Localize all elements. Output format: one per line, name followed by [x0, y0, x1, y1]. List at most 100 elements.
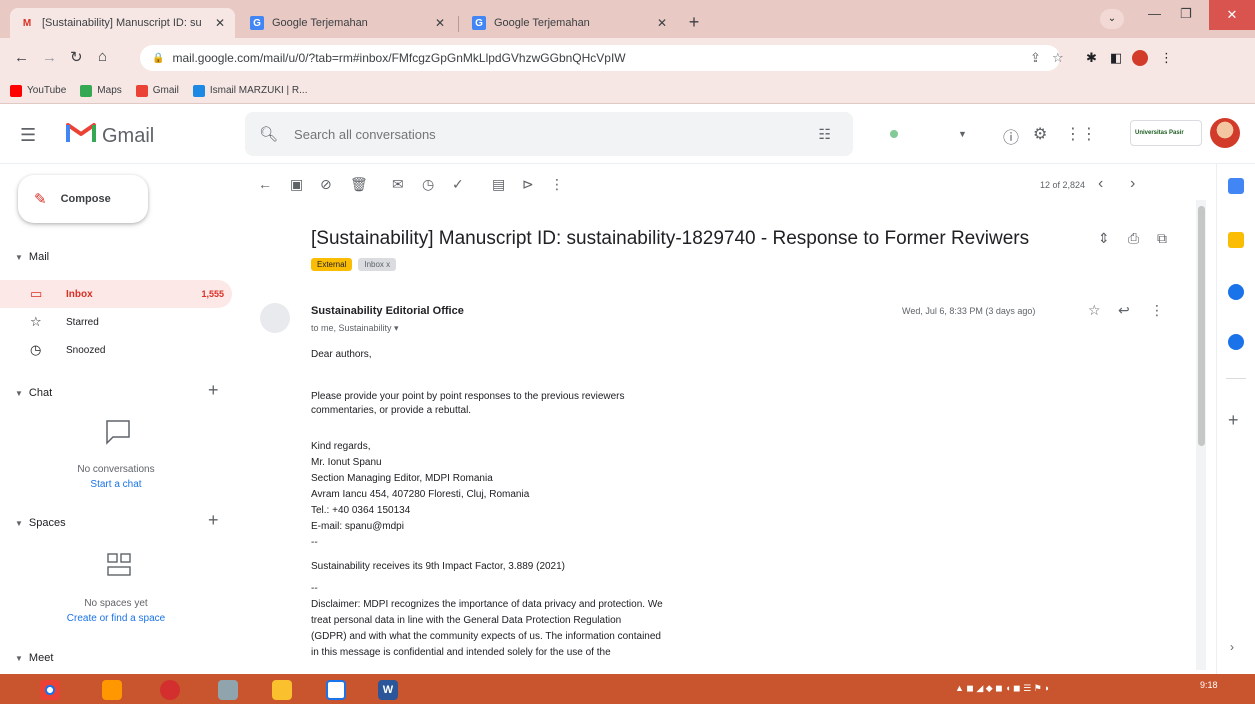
section-chat[interactable]: ▼ Chat [15, 387, 52, 399]
calendar-icon[interactable] [1228, 178, 1244, 194]
browser-tab-active[interactable]: M [Sustainability] Manuscript ID: su ✕ [10, 8, 235, 38]
status-selector[interactable]: ▼ [870, 119, 980, 149]
app-taskbar-icon[interactable] [218, 680, 238, 700]
extensions-icon[interactable]: ✱ [1086, 50, 1097, 66]
sender-name[interactable]: Sustainability Editorial Office [311, 305, 464, 317]
delete-icon[interactable]: 🗑︎ [350, 176, 368, 193]
nav-snoozed[interactable]: ◷ Snoozed [0, 336, 232, 364]
apps-grid-icon[interactable]: ⋮⋮ [1065, 124, 1097, 144]
organization-logo: Universitas Pasir [1130, 120, 1202, 146]
label-inbox[interactable]: Inbox x [358, 258, 397, 271]
star-icon[interactable]: ☆ [1088, 302, 1101, 319]
lock-icon: 🔒 [152, 52, 165, 64]
keep-icon[interactable] [1228, 232, 1244, 248]
clock-icon: ◷ [30, 342, 42, 357]
help-icon[interactable]: ⓘ [1003, 124, 1019, 148]
search-input[interactable] [294, 126, 775, 142]
nav-inbox[interactable]: ▭ Inbox 1,555 [0, 280, 232, 308]
bookmark-maps[interactable]: Maps [80, 84, 122, 97]
reply-icon[interactable]: ↩ [1118, 302, 1130, 319]
main-menu-icon[interactable]: ☰ [20, 125, 36, 146]
minimize-icon[interactable]: — [1148, 6, 1161, 21]
nav-starred[interactable]: ☆ Starred [0, 308, 232, 336]
translate-favicon-icon: G [472, 16, 486, 30]
section-spaces[interactable]: ▼ Spaces [15, 517, 66, 529]
back-to-inbox-icon[interactable]: ← [258, 176, 272, 192]
address-bar[interactable]: 🔒 mail.google.com/mail/u/0/?tab=rm#inbox… [140, 45, 1060, 71]
body-line: E-mail: spanu@mdpi [311, 521, 404, 532]
sidebar-icon[interactable]: ◧ [1110, 50, 1122, 66]
create-space-link[interactable]: Create or find a space [0, 613, 232, 624]
archive-icon[interactable]: ▣ [290, 176, 303, 193]
add-task-icon[interactable]: ✓ [452, 176, 464, 193]
bookmark-star-icon[interactable]: ☆ [1052, 50, 1064, 66]
tab-title: [Sustainability] Manuscript ID: su [42, 17, 202, 29]
new-chat-plus-icon[interactable]: + [208, 380, 219, 401]
body-line: commentaries, or provide a rebuttal. [311, 405, 472, 416]
label-icon[interactable]: ⊳ [522, 176, 534, 193]
scrollbar-thumb[interactable] [1198, 206, 1205, 446]
file-explorer-taskbar-icon[interactable] [272, 680, 292, 700]
more-options-icon[interactable]: ⋮ [550, 176, 564, 193]
new-tab-button[interactable]: + [683, 12, 705, 34]
gmail-logo-icon[interactable] [66, 120, 96, 149]
chrome-active-taskbar-icon[interactable] [326, 680, 346, 700]
window-close-button[interactable]: ✕ [1209, 0, 1255, 30]
search-options-icon[interactable]: ☷ [818, 126, 831, 143]
label-external[interactable]: External [311, 258, 353, 271]
search-icon[interactable]: 🔍︎ [259, 125, 278, 143]
print-icon[interactable]: ⎙ [1128, 230, 1139, 247]
start-chat-link[interactable]: Start a chat [0, 479, 232, 490]
settings-gear-icon[interactable]: ⚙ [1033, 124, 1047, 144]
tab-close-icon[interactable]: ✕ [657, 16, 667, 30]
body-line: Mr. Ionut Spanu [311, 457, 382, 468]
message-subject: [Sustainability] Manuscript ID: sustaina… [311, 228, 1030, 249]
snooze-icon[interactable]: ◷ [422, 176, 434, 193]
menu-icon[interactable]: ⋮ [1160, 50, 1173, 66]
section-meet[interactable]: ▼ Meet [15, 652, 53, 664]
report-spam-icon[interactable]: ⊘ [320, 176, 332, 193]
move-to-icon[interactable]: ▤ [492, 176, 505, 193]
tab-close-icon[interactable]: ✕ [435, 16, 445, 30]
system-tray-icons[interactable]: ▲ ◼ ◢ ◆ ◼ ◖ ◼ ☰ ⚑ ◗ [955, 683, 1050, 694]
expand-all-icon[interactable]: ⇕ [1098, 230, 1110, 247]
compose-button[interactable]: ✎ Compose [18, 175, 148, 223]
bookmark-profile[interactable]: Ismail MARZUKI | R... [192, 84, 307, 97]
search-bar[interactable]: 🔍︎ ☷ [245, 112, 853, 156]
browser-tab[interactable]: G Google Terjemahan ✕ [462, 8, 677, 38]
new-space-plus-icon[interactable]: + [208, 510, 219, 531]
home-icon[interactable]: ⌂ [98, 48, 107, 65]
next-icon[interactable]: › [1130, 175, 1135, 193]
back-icon[interactable]: ← [14, 49, 29, 66]
contacts-icon[interactable] [1228, 334, 1244, 350]
tab-search-icon[interactable]: ⌄ [1100, 9, 1124, 29]
recipients-line[interactable]: to me, Sustainability ▾ [311, 323, 399, 334]
forward-icon[interactable]: → [42, 49, 57, 66]
message-more-icon[interactable]: ⋮ [1150, 302, 1164, 319]
word-taskbar-icon[interactable]: W [378, 680, 398, 700]
tab-close-icon[interactable]: ✕ [215, 16, 225, 30]
open-new-window-icon[interactable]: ⧉ [1157, 230, 1167, 247]
share-icon[interactable]: ⇪ [1030, 50, 1041, 66]
browser-tab[interactable]: G Google Terjemahan ✕ [240, 8, 455, 38]
reload-icon[interactable]: ↻ [70, 48, 83, 66]
section-mail[interactable]: ▼ Mail [15, 251, 49, 263]
chrome-taskbar-icon[interactable] [40, 680, 60, 700]
mark-unread-icon[interactable]: ✉ [392, 176, 404, 193]
previous-icon[interactable]: ‹ [1098, 175, 1103, 193]
body-line: Avram Iancu 454, 407280 Floresti, Cluj, … [311, 489, 530, 500]
account-avatar[interactable] [1210, 118, 1240, 148]
get-addons-plus-icon[interactable]: + [1228, 410, 1239, 431]
tasks-icon[interactable] [1228, 284, 1244, 300]
clock-time[interactable]: 9:18 [1200, 680, 1218, 690]
body-line: Sustainability receives its 9th Impact F… [311, 561, 566, 572]
bookmark-gmail[interactable]: Gmail [135, 84, 179, 97]
firefox-taskbar-icon[interactable] [102, 680, 122, 700]
opera-taskbar-icon[interactable] [160, 680, 180, 700]
bookmark-youtube[interactable]: YouTube [10, 84, 66, 97]
show-side-panel-icon[interactable]: › [1230, 640, 1234, 654]
profile-avatar-icon[interactable] [1132, 50, 1148, 69]
caret-down-icon: ▼ [15, 252, 23, 262]
gmail-favicon-icon: M [22, 17, 32, 29]
maximize-icon[interactable]: ❐ [1180, 6, 1192, 22]
